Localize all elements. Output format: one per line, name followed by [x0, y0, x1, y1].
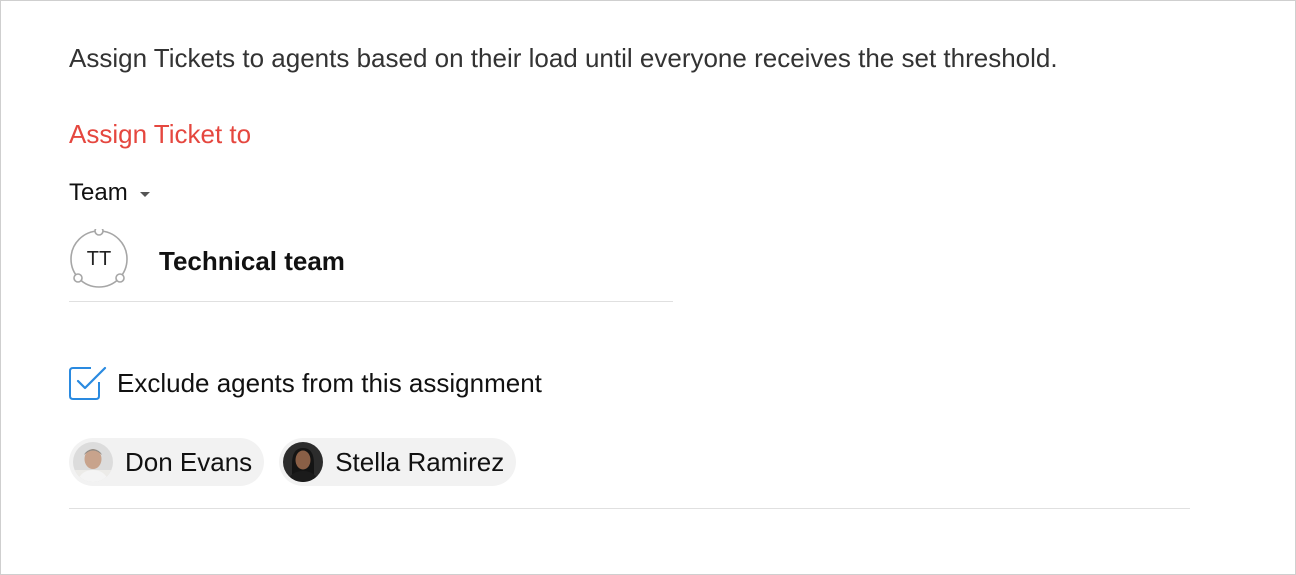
exclude-agents-label: Exclude agents from this assignment [117, 368, 542, 398]
caret-down-icon [139, 191, 150, 197]
assign-type-dropdown[interactable]: Team [69, 177, 150, 209]
agent-chip-stella-ramirez[interactable]: Stella Ramirez [279, 438, 517, 486]
exclude-agents-checkbox[interactable] [69, 366, 107, 400]
agent-name: Don Evans [125, 447, 253, 477]
agent-avatar-stella [283, 442, 324, 482]
divider [69, 508, 1190, 509]
agent-chip-don-evans[interactable]: Don Evans [69, 438, 265, 486]
agent-avatar-don [73, 442, 113, 482]
team-name: Technical team [159, 246, 345, 276]
agent-name: Stella Ramirez [335, 447, 505, 477]
selected-team-row[interactable]: TT Technical team [69, 226, 673, 302]
assignment-description: Assign Tickets to agents based on their … [69, 43, 1058, 73]
assignment-panel: Assign Tickets to agents based on their … [0, 0, 1296, 575]
exclude-agents-option[interactable]: Exclude agents from this assignment [69, 366, 542, 400]
excluded-agents-list: Don Evans Stella Ramirez [69, 438, 517, 486]
team-initials: TT [86, 247, 112, 270]
team-avatar-icon: TT [69, 226, 129, 289]
assign-type-label: Team [69, 179, 128, 206]
assign-ticket-heading: Assign Ticket to [69, 119, 252, 149]
